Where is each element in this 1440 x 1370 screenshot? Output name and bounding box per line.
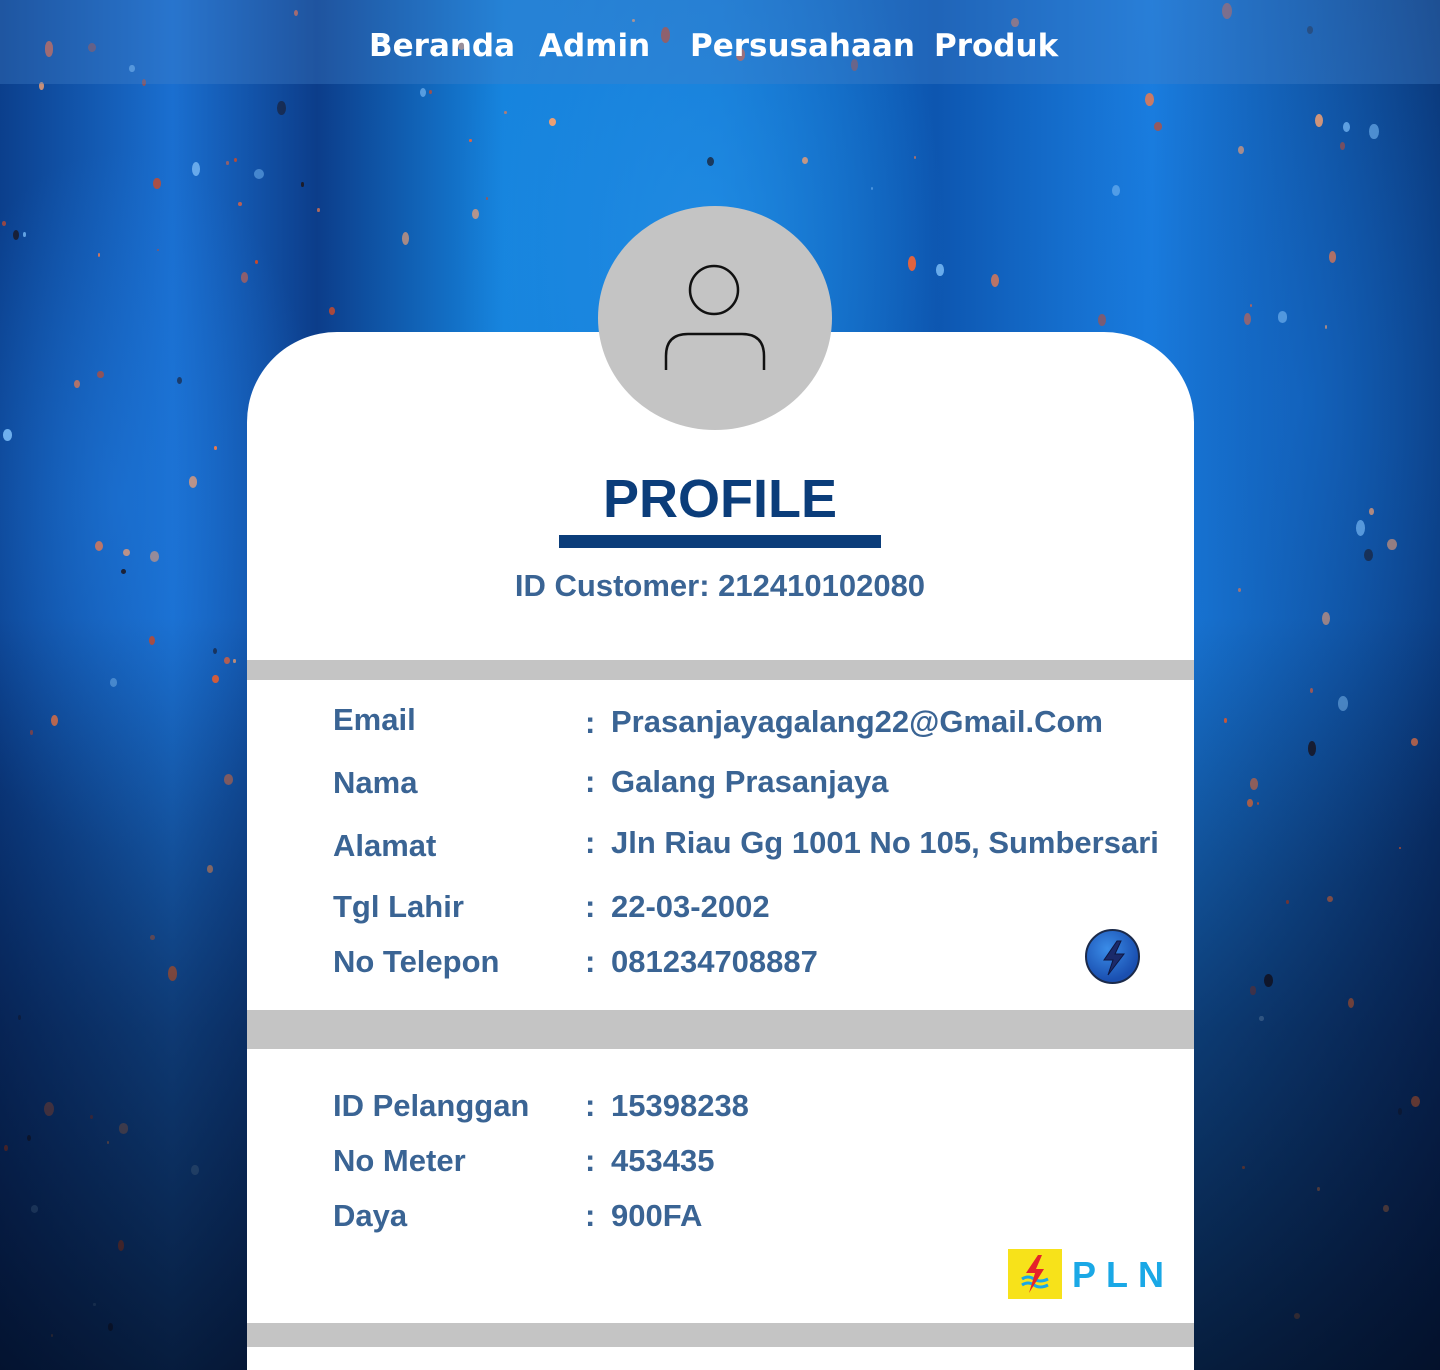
telepon-value: 081234708887 <box>611 944 818 979</box>
alamat-value: Jln Riau Gg 1001 No 105, Sumbersari <box>611 825 1159 860</box>
alamat-label: Alamat <box>333 828 437 863</box>
section-divider <box>247 660 1194 680</box>
nama-label: Nama <box>333 765 418 800</box>
nav-admin[interactable]: Admin <box>539 28 650 64</box>
separator: : <box>585 1088 596 1123</box>
user-icon <box>664 264 766 370</box>
tgl-lahir-value: 22-03-2002 <box>611 889 770 924</box>
separator: : <box>585 1143 596 1178</box>
email-value: Prasanjayagalang22@Gmail.Com <box>611 704 1103 739</box>
title-underline <box>559 535 881 548</box>
customer-id: ID Customer: 212410102080 <box>514 568 926 603</box>
separator: : <box>585 944 596 979</box>
separator: : <box>585 705 596 740</box>
section-divider <box>247 1323 1194 1347</box>
separator: : <box>585 764 596 799</box>
tgl-lahir-label: Tgl Lahir <box>333 889 464 924</box>
daya-value: 900FA <box>611 1198 703 1233</box>
no-meter-label: No Meter <box>333 1143 466 1178</box>
lightning-bolt-icon <box>1085 929 1140 984</box>
pln-logo-text: PLN <box>1072 1254 1174 1295</box>
separator: : <box>585 825 596 860</box>
telepon-label: No Telepon <box>333 944 500 979</box>
pln-logo-icon <box>1008 1249 1062 1299</box>
section-divider <box>247 1010 1194 1049</box>
nav-persusahaan[interactable]: Persusahaan <box>690 28 915 64</box>
daya-label: Daya <box>333 1198 408 1233</box>
nav-beranda[interactable]: Beranda <box>369 28 515 64</box>
id-pelanggan-label: ID Pelanggan <box>333 1088 530 1123</box>
id-pelanggan-value: 15398238 <box>611 1088 749 1123</box>
no-meter-value: 453435 <box>611 1143 715 1178</box>
separator: : <box>585 889 596 924</box>
nama-value: Galang Prasanjaya <box>611 764 889 799</box>
top-navbar: Beranda Admin Persusahaan Produk <box>0 0 1440 84</box>
email-label: Email <box>333 702 416 737</box>
separator: : <box>585 1198 596 1233</box>
page-title: PROFILE <box>602 469 837 529</box>
nav-produk[interactable]: Produk <box>934 28 1058 64</box>
avatar <box>598 206 832 430</box>
